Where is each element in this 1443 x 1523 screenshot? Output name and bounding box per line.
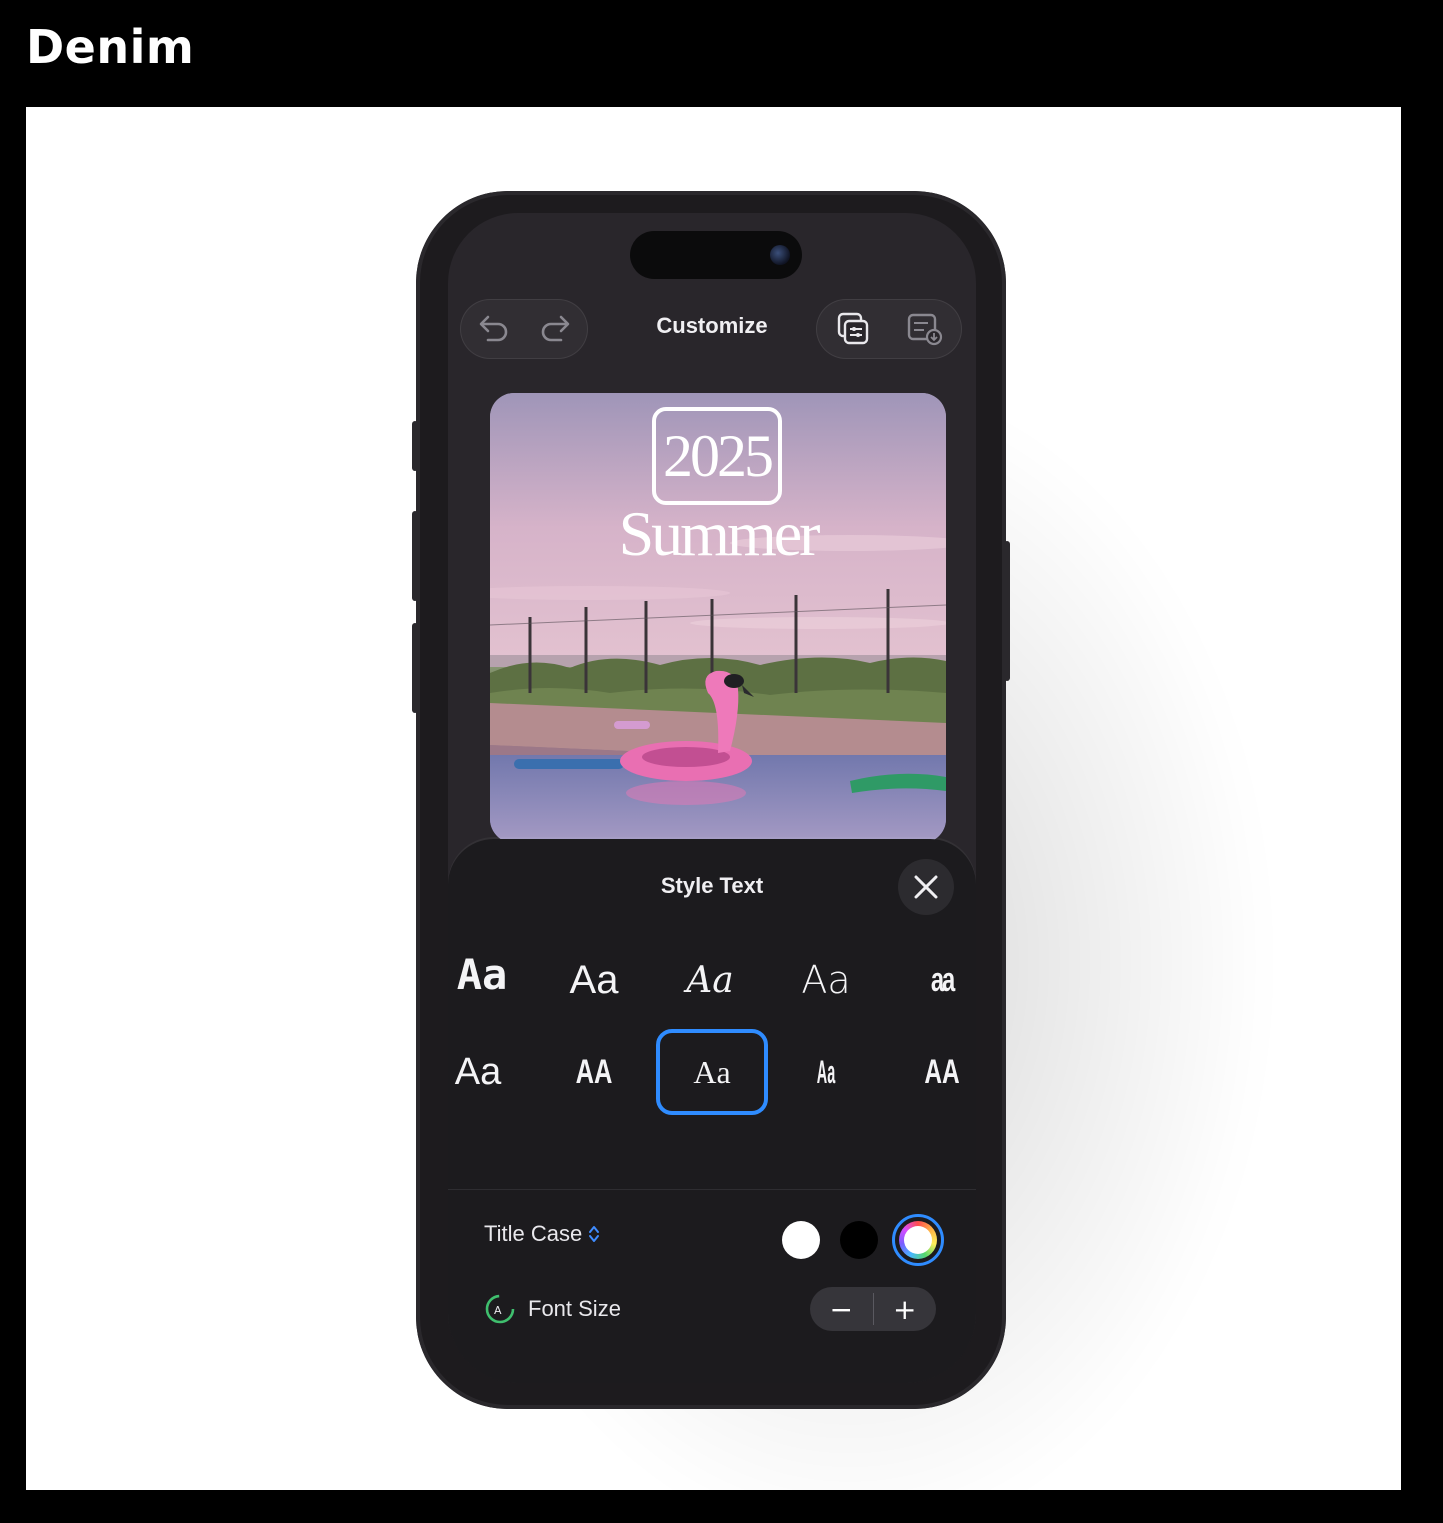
poster-year-badge[interactable]: 2025 bbox=[652, 407, 782, 505]
color-swatch-white[interactable] bbox=[782, 1221, 820, 1259]
product-image-canvas: Customize 2025 Summer Style Text Aa Aa A… bbox=[26, 107, 1401, 1490]
side-button bbox=[412, 421, 418, 471]
font-option-pixel[interactable]: Aa bbox=[448, 931, 538, 1017]
color-swatch-black[interactable] bbox=[840, 1221, 878, 1259]
dynamic-island bbox=[630, 231, 802, 279]
power-button bbox=[1004, 541, 1010, 681]
font-size-stepper[interactable]: − + bbox=[810, 1287, 936, 1331]
color-swatch-multicolor-selected[interactable] bbox=[892, 1214, 944, 1266]
font-option-rounded[interactable]: Aa bbox=[538, 937, 650, 1023]
font-option-condensed-heavy[interactable]: aa bbox=[903, 937, 976, 1023]
auto-size-icon: A bbox=[485, 1294, 515, 1324]
sheet-divider bbox=[448, 1189, 976, 1190]
increase-font-size-button[interactable]: + bbox=[874, 1287, 937, 1331]
phone-mockup: Customize 2025 Summer Style Text Aa Aa A… bbox=[412, 191, 1010, 1409]
font-size-label: Font Size bbox=[528, 1296, 621, 1321]
font-option-script[interactable]: Aa bbox=[654, 937, 766, 1023]
font-picker-grid: Aa Aa Aa Aa aa Aa AA Aa Aa AA bbox=[448, 931, 976, 1131]
style-actions bbox=[816, 299, 962, 359]
decrease-font-size-button[interactable]: − bbox=[810, 1287, 873, 1331]
font-option-ultra-condensed[interactable]: Aa bbox=[801, 1029, 851, 1115]
page-heading: Denim bbox=[26, 20, 195, 74]
font-option-sans[interactable]: Aa bbox=[448, 1029, 534, 1115]
copy-style-icon[interactable] bbox=[829, 305, 877, 353]
font-option-serif-selected[interactable]: Aa bbox=[656, 1029, 768, 1115]
close-icon[interactable] bbox=[898, 859, 954, 915]
font-option-geometric[interactable]: Aa bbox=[770, 937, 882, 1023]
side-button bbox=[412, 623, 418, 713]
font-option-heavy-condensed[interactable]: AA bbox=[902, 1029, 976, 1115]
chevron-up-down-icon bbox=[589, 1226, 600, 1242]
case-selector[interactable]: Title Case bbox=[484, 1221, 600, 1247]
svg-text:A: A bbox=[494, 1304, 502, 1317]
poster-title-text[interactable]: Summer bbox=[490, 497, 946, 571]
sheet-title: Style Text bbox=[660, 873, 764, 898]
save-style-icon[interactable] bbox=[901, 305, 949, 353]
camera-icon bbox=[770, 245, 790, 265]
case-selector-label: Title Case bbox=[484, 1221, 583, 1246]
font-size-row: A Font Size bbox=[484, 1293, 621, 1325]
poster-preview[interactable]: 2025 Summer bbox=[490, 393, 946, 843]
phone-screen: Customize 2025 Summer Style Text Aa Aa A… bbox=[448, 213, 976, 1383]
side-button bbox=[412, 511, 418, 601]
style-text-sheet: Style Text Aa Aa Aa Aa aa Aa AA Aa Aa AA bbox=[448, 839, 976, 1383]
font-option-bold-condensed[interactable]: AA bbox=[552, 1029, 636, 1115]
